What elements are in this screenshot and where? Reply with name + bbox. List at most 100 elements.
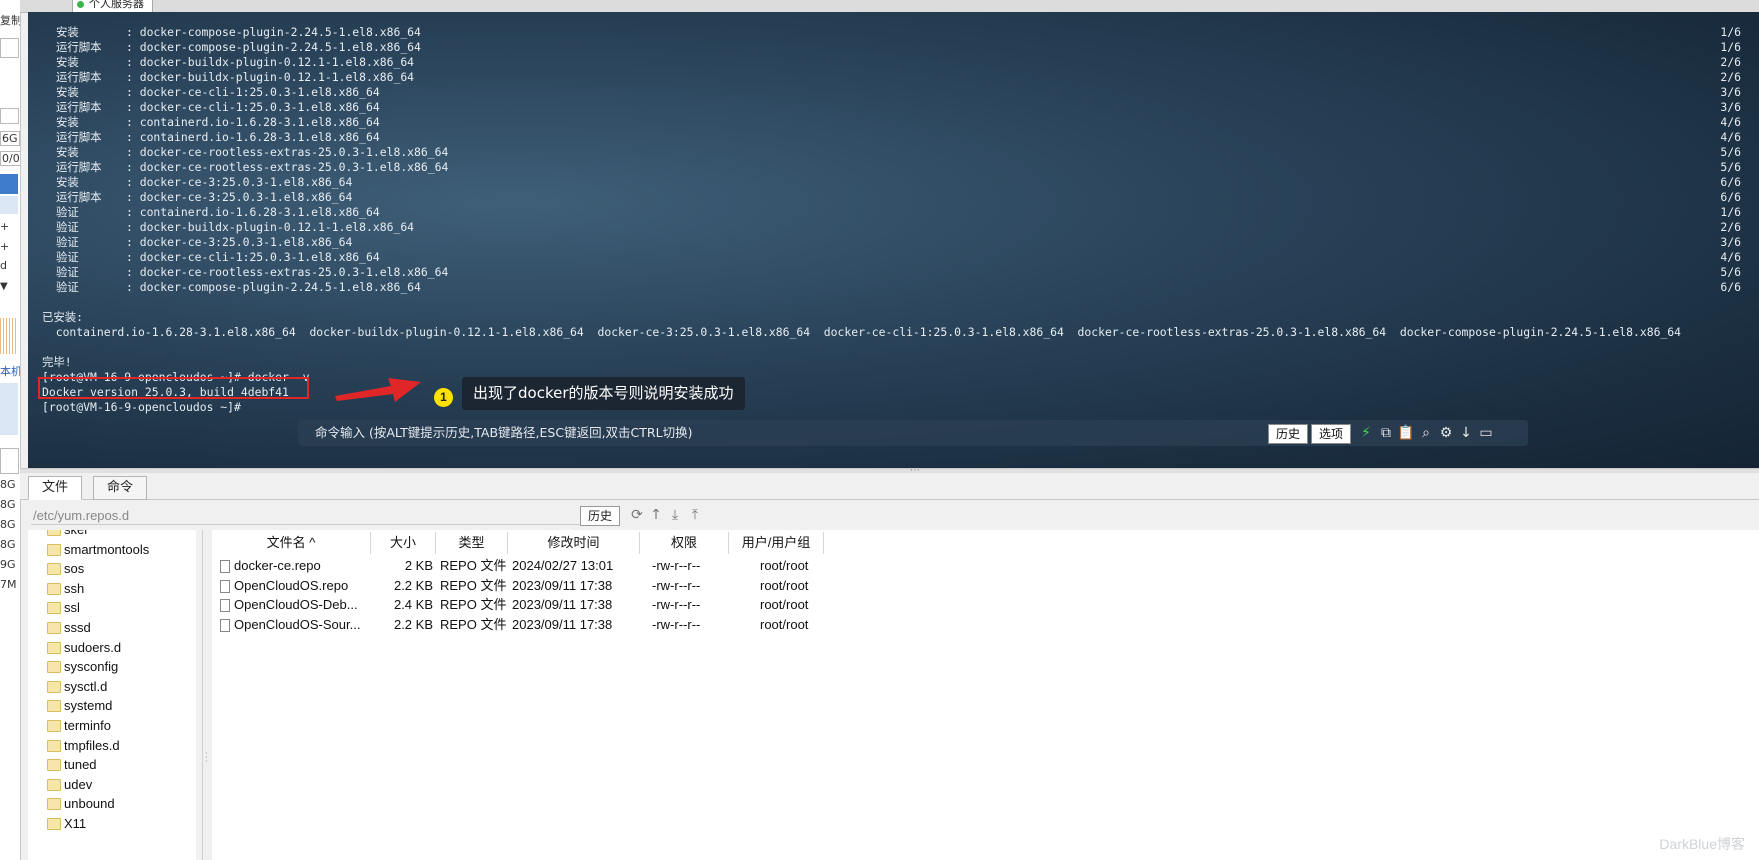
tree-item[interactable]: udev [47, 775, 92, 795]
tree-item[interactable]: ssh [47, 579, 85, 599]
file-size: 2.2 KB [393, 577, 433, 593]
left-plus[interactable]: + [0, 240, 9, 253]
folder-icon [47, 622, 61, 634]
terminal-line: 安装: containerd.io-1.6.28-3.1.el8.x86_64 4… [42, 115, 1741, 130]
gear-icon[interactable]: ⚙ [1437, 424, 1455, 442]
vertical-splitter[interactable]: · · · [203, 530, 211, 860]
separator: : [126, 250, 140, 264]
left-input-box[interactable] [0, 38, 19, 58]
tree-item[interactable]: X11 [47, 814, 86, 834]
left-plus[interactable]: + [0, 220, 9, 233]
column-header-permission[interactable]: 权限 [640, 532, 729, 554]
tree-item[interactable]: sudoers.d [47, 638, 122, 658]
upload-icon[interactable]: ⤒ [686, 506, 704, 524]
arrow-down-icon[interactable]: ↓ [1457, 424, 1475, 442]
tree-item[interactable]: terminfo [47, 716, 111, 736]
transaction-package: docker-compose-plugin-2.24.5-1.el8.x86_6… [139, 25, 421, 39]
transaction-package: docker-ce-cli-1:25.0.3-1.el8.x86_64 [139, 100, 380, 114]
table-row[interactable]: OpenCloudOS-Deb... 2.4 KB REPO 文件 2023/09/1… [212, 595, 852, 616]
terminal-line: 运行脚本: docker-ce-cli-1:25.0.3-1.el8.x86_6… [42, 100, 1741, 115]
tree-item[interactable]: smartmontools [47, 540, 149, 560]
tree-item[interactable]: tuned [47, 755, 97, 775]
transaction-count: 2/6 [1720, 70, 1741, 84]
options-button[interactable]: 选项 [1311, 424, 1352, 444]
transaction-count: 6/6 [1720, 175, 1741, 189]
transaction-count: 3/6 [1720, 235, 1741, 249]
tree-item-label: sudoers.d [64, 639, 122, 655]
terminal-line: 验证: docker-ce-cli-1:25.0.3-1.el8.x86_64 4… [42, 250, 1741, 265]
left-label-local[interactable]: 本机 [0, 363, 20, 379]
file-mtime: 2023/09/11 17:38 [512, 577, 613, 593]
left-row[interactable] [0, 196, 18, 214]
separator: : [126, 100, 140, 114]
copy-icon[interactable]: ⧉ [1377, 424, 1395, 442]
separator: : [126, 280, 140, 294]
folder-icon [47, 798, 61, 811]
tree-item[interactable]: sysconfig [47, 657, 118, 677]
history-button[interactable]: 历史 [1268, 424, 1309, 444]
transaction-count: 5/6 [1720, 160, 1741, 174]
tab-files[interactable]: 文件 [28, 476, 83, 500]
table-row[interactable]: OpenCloudOS-Sour... 2.2 KB REPO 文件 2023/09/… [212, 615, 852, 635]
refresh-icon[interactable]: ⟳ [628, 506, 646, 524]
path-input[interactable] [31, 506, 583, 525]
file-owner: root/root [760, 617, 809, 633]
folder-icon [47, 759, 61, 772]
up-directory-icon[interactable]: ↑ [647, 506, 665, 524]
tree-item[interactable]: skel [47, 530, 87, 540]
tab-commands[interactable]: 命令 [93, 476, 148, 500]
tree-item[interactable]: unbound [47, 794, 115, 814]
chevron-down-icon[interactable]: ▼ [0, 281, 8, 292]
tree-item[interactable]: tmpfiles.d [47, 736, 120, 756]
transaction-count: 4/6 [1720, 250, 1741, 264]
left-selected-row[interactable] [0, 174, 18, 194]
splitter-grip-icon[interactable]: · · · [205, 750, 208, 766]
transaction-count: 3/6 [1720, 85, 1741, 99]
column-header-mtime[interactable]: 修改时间 [508, 532, 640, 554]
search-icon[interactable]: ⌕ [1417, 424, 1435, 442]
tree-item-label: ssh [64, 580, 85, 596]
column-header-name[interactable]: 文件名 ^ [212, 532, 371, 554]
file-mtime: 2023/09/11 17:38 [512, 617, 613, 633]
table-row[interactable]: OpenCloudOS.repo 2.2 KB REPO 文件 2023/09/11 … [212, 576, 852, 596]
tree-scrollbar[interactable] [196, 530, 202, 860]
folder-icon [47, 530, 61, 536]
tree-item[interactable]: ssl [47, 598, 80, 618]
download-icon[interactable]: ⤓ [666, 506, 684, 524]
transaction-action: 安装 [56, 55, 79, 69]
red-arrow-icon [335, 378, 421, 402]
folder-icon [47, 680, 61, 693]
directory-tree[interactable]: skel smartmontools sos ssh ssl sssd sudoers.d s… [28, 530, 203, 860]
column-header-owner[interactable]: 用户/用户组 [729, 532, 824, 554]
transaction-package: containerd.io-1.6.28-3.1.el8.x86_64 [139, 130, 380, 144]
prompt-line: [root@VM-16-9-opencloudos ~]# [42, 400, 241, 414]
separator: : [126, 205, 140, 219]
lightning-icon[interactable]: ⚡ [1357, 424, 1375, 442]
left-box [0, 448, 19, 474]
column-header-type[interactable]: 类型 [436, 532, 508, 554]
tree-item[interactable]: sos [47, 559, 84, 579]
file-type: REPO 文件 [440, 597, 507, 613]
window-icon[interactable]: ▭ [1477, 424, 1495, 442]
terminal-line: 验证: docker-ce-3:25.0.3-1.el8.x86_64 3/6 [42, 235, 1741, 250]
transaction-action: 验证 [56, 250, 79, 264]
left-box [0, 108, 19, 124]
column-header-size[interactable]: 大小 [371, 532, 436, 554]
file-list[interactable]: 文件名 ^ 大小 类型 修改时间 权限 用户/用户组 docker-ce.rep… [212, 530, 1759, 860]
paste-icon[interactable]: 📋 [1397, 424, 1415, 442]
bottom-tab-bar: 文件 命令 [20, 473, 1759, 500]
path-history-button[interactable]: 历史 [580, 506, 621, 526]
folder-icon [47, 778, 61, 791]
tree-item[interactable]: sysctl.d [47, 677, 107, 697]
terminal-panel[interactable]: 安装: docker-compose-plugin-2.24.5-1.el8.x… [28, 12, 1759, 468]
version-highlight-box [38, 377, 309, 399]
table-row[interactable]: docker-ce.repo 2 KB REPO 文件 2024/02/27 13:0… [212, 556, 852, 576]
tree-item-label: tuned [64, 757, 97, 773]
file-permission: -rw-r--r-- [652, 577, 701, 593]
tree-item[interactable]: sssd [47, 618, 91, 638]
tree-item[interactable]: systemd [47, 696, 112, 716]
transaction-action: 安装 [56, 85, 79, 99]
command-input-bar[interactable]: 命令输入 (按ALT键提示历史,TAB键路径,ESC键返回,双击CTRL切换) … [298, 420, 1528, 446]
command-input-placeholder[interactable]: 命令输入 (按ALT键提示历史,TAB键路径,ESC键返回,双击CTRL切换) [315, 420, 692, 446]
folder-icon [47, 818, 61, 830]
